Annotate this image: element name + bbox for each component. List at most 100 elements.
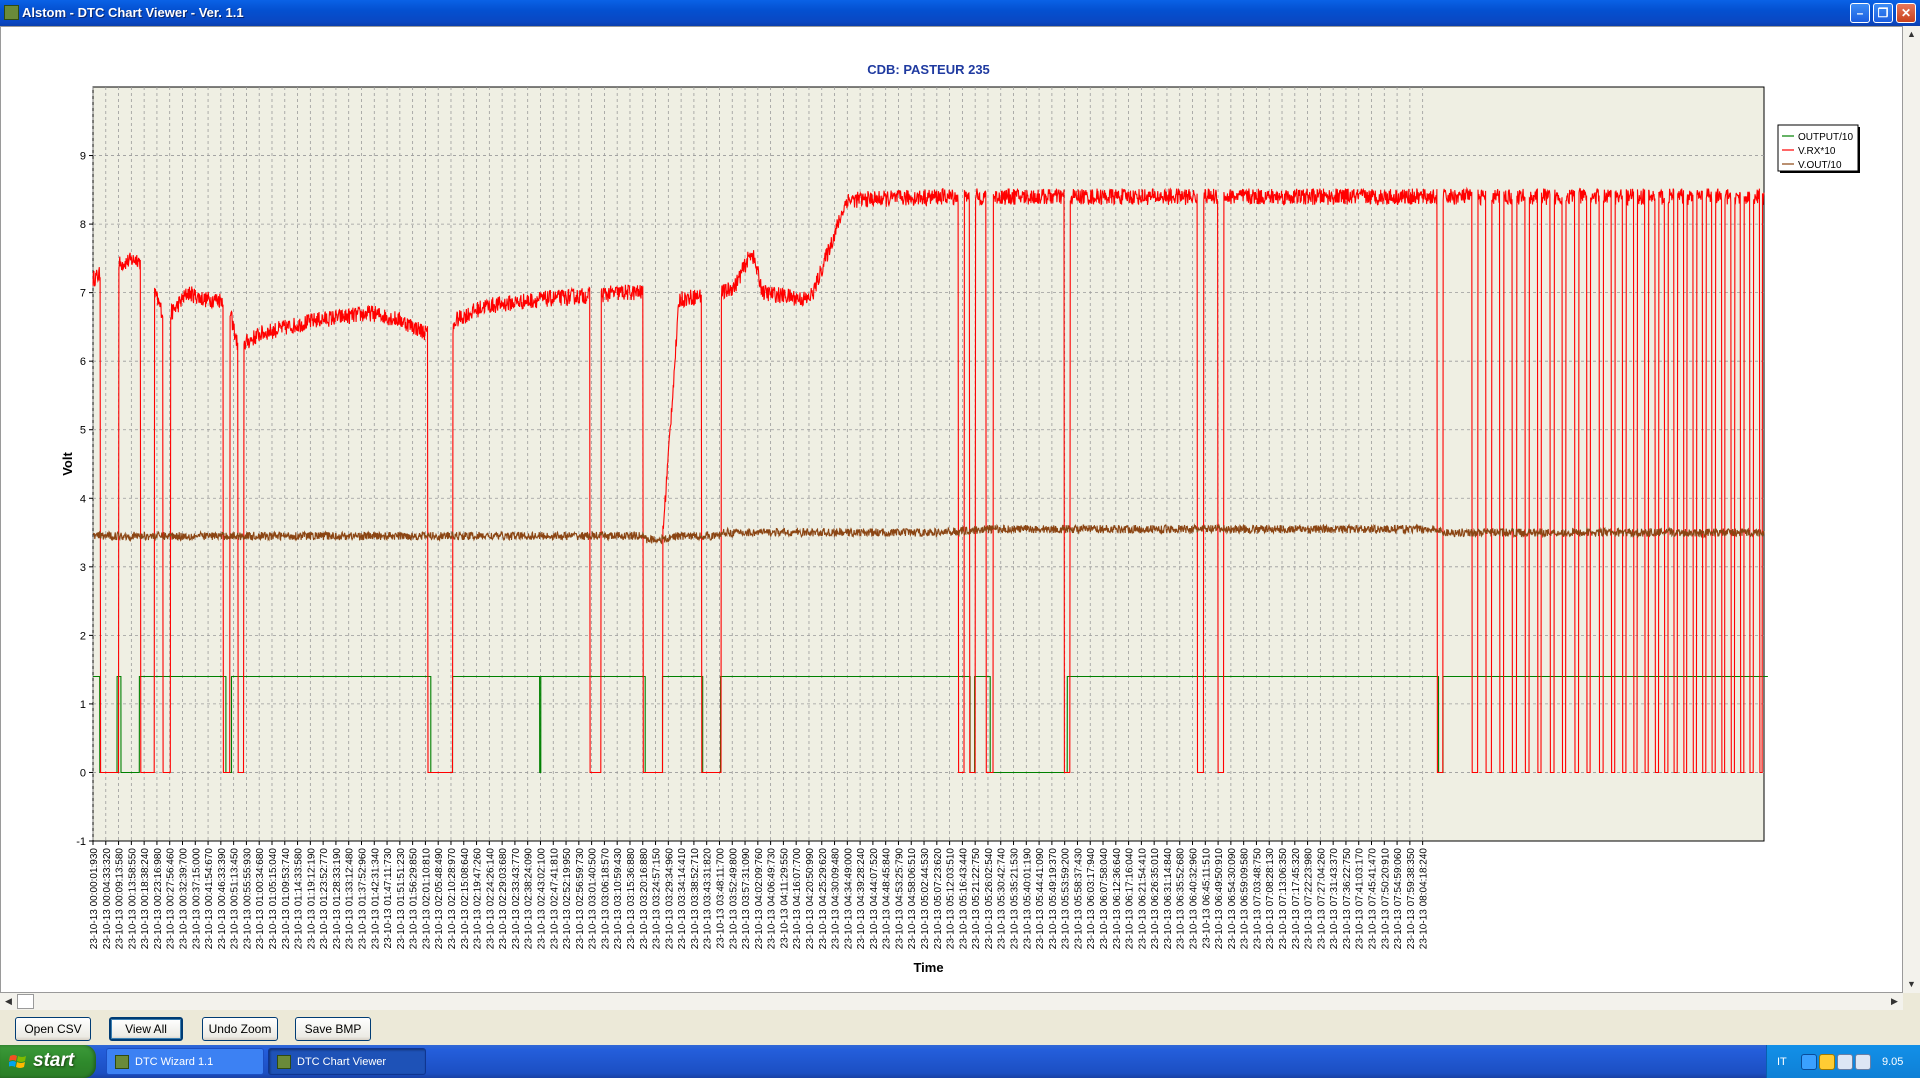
x-tick-label: 23-10-13 06:35:52:680 xyxy=(1176,848,1187,950)
x-tick-label: 23-10-13 04:06:49:730 xyxy=(767,848,778,950)
x-tick-label: 23-10-13 02:24:26:140 xyxy=(485,848,496,950)
x-tick-label: 23-10-13 02:19:47:260 xyxy=(473,848,484,950)
wizard-app-icon xyxy=(115,1055,129,1069)
scroll-right-icon[interactable]: ▶ xyxy=(1887,994,1902,1009)
x-tick-label: 23-10-13 00:32:39:700 xyxy=(178,848,189,950)
open-csv-button[interactable]: Open CSV xyxy=(15,1017,91,1041)
x-tick-label: 23-10-13 01:14:33:580 xyxy=(294,848,305,950)
undo-zoom-button[interactable]: Undo Zoom xyxy=(202,1017,278,1041)
x-tick-label: 23-10-13 07:08:28:130 xyxy=(1265,848,1276,950)
taskbar: start DTC Wizard 1.1 DTC Chart Viewer IT… xyxy=(0,1045,1920,1078)
system-tray: IT 9.05 xyxy=(1766,1045,1920,1078)
scroll-up-icon[interactable]: ▲ xyxy=(1904,27,1919,42)
x-tick-label: 23-10-13 05:49:19:370 xyxy=(1048,848,1059,950)
close-button[interactable]: ✕ xyxy=(1896,3,1916,23)
security-shield-icon[interactable] xyxy=(1819,1054,1835,1070)
x-tick-label: 23-10-13 05:16:43:440 xyxy=(958,848,969,950)
button-bar: Open CSV View All Undo Zoom Save BMP xyxy=(0,1011,1920,1045)
chart-viewer-app-icon xyxy=(277,1055,291,1069)
chart-panel[interactable]: -1 0 1 2 3 4 5 6 7 8 9 23-10-13 00:00:01:930 23-10-1… xyxy=(0,26,1903,993)
tray-app-icon[interactable] xyxy=(1855,1054,1871,1070)
x-tick-label: 23-10-13 06:17:16:040 xyxy=(1125,848,1136,950)
chart-title: CDB: PASTEUR 235 xyxy=(867,62,990,77)
y-tick-label: 0 xyxy=(80,767,86,779)
x-tick-label: 23-10-13 03:57:31:090 xyxy=(741,848,752,950)
x-tick-label: 23-10-13 06:54:30:090 xyxy=(1227,848,1238,950)
x-tick-label: 23-10-13 00:46:33:390 xyxy=(217,848,228,950)
x-tick-label: 23-10-13 05:12:03:510 xyxy=(946,848,957,950)
x-tick-label: 23-10-13 01:37:52:960 xyxy=(357,848,368,950)
x-tick-label: 23-10-13 07:13:06:350 xyxy=(1278,848,1289,950)
horizontal-scrollbar[interactable]: ◀ ▶ xyxy=(0,993,1903,1010)
vertical-scrollbar[interactable]: ▲ ▼ xyxy=(1903,26,1920,993)
x-tick-label: 23-10-13 03:15:36:880 xyxy=(626,848,637,950)
y-tick-label: 7 xyxy=(80,288,86,300)
taskbar-item-dtc-wizard[interactable]: DTC Wizard 1.1 xyxy=(106,1048,264,1075)
clock: 9.05 xyxy=(1882,1056,1904,1068)
x-tick-label: 23-10-13 01:56:29:850 xyxy=(409,848,420,950)
x-tick-label: 23-10-13 06:26:35:010 xyxy=(1150,848,1161,950)
legend-entry: V.OUT/10 xyxy=(1798,160,1842,171)
scroll-thumb[interactable] xyxy=(17,994,34,1009)
y-tick-label: 4 xyxy=(80,493,86,505)
x-tick-label: 23-10-13 02:47:41:810 xyxy=(549,848,560,950)
x-tick-label: 23-10-13 03:48:11:700 xyxy=(715,848,726,949)
display-icon[interactable] xyxy=(1837,1054,1853,1070)
x-tick-label: 23-10-13 07:41:03:170 xyxy=(1355,848,1366,950)
x-tick-label: 23-10-13 07:45:41:470 xyxy=(1368,848,1379,950)
x-tick-label: 23-10-13 00:00:01:930 xyxy=(89,848,100,950)
x-tick-label: 23-10-13 01:19:12:190 xyxy=(306,848,317,950)
x-tick-label: 23-10-13 04:58:06:510 xyxy=(907,848,918,950)
x-tick-label: 23-10-13 02:01:10:810 xyxy=(421,848,432,950)
window-titlebar: Alstom - DTC Chart Viewer - Ver. 1.1 – ❐… xyxy=(0,0,1920,26)
scroll-down-icon[interactable]: ▼ xyxy=(1904,977,1919,992)
scroll-left-icon[interactable]: ◀ xyxy=(1,994,16,1009)
x-tick-label: 23-10-13 04:30:09:480 xyxy=(831,848,842,950)
x-tick-label: 23-10-13 06:03:17:940 xyxy=(1086,848,1097,950)
x-tick-label: 23-10-13 06:12:36:640 xyxy=(1112,848,1123,950)
minimize-icon: – xyxy=(1856,6,1864,20)
x-tick-label: 23-10-13 00:13:58:550 xyxy=(127,848,138,950)
legend-entry: OUTPUT/10 xyxy=(1798,132,1853,143)
minimize-button[interactable]: – xyxy=(1850,3,1870,23)
client-area: -1 0 1 2 3 4 5 6 7 8 9 23-10-13 00:00:01:930 23-10-1… xyxy=(0,26,1920,1011)
x-tick-label: 23-10-13 02:56:59:730 xyxy=(575,848,586,950)
app-icon xyxy=(4,5,19,20)
x-tick-label: 23-10-13 02:52:19:950 xyxy=(562,848,573,950)
view-all-button[interactable]: View All xyxy=(109,1017,183,1041)
x-tick-label: 23-10-13 06:45:11:510 xyxy=(1201,848,1212,949)
x-tick-label: 23-10-13 00:41:54:670 xyxy=(204,848,215,950)
y-tick-label: 3 xyxy=(80,562,86,574)
y-tick-label: 2 xyxy=(80,630,86,642)
x-tick-label: 23-10-13 06:59:09:580 xyxy=(1240,848,1251,950)
x-tick-label: 23-10-13 06:07:58:040 xyxy=(1099,848,1110,950)
x-tick-label: 23-10-13 06:40:32:960 xyxy=(1189,848,1200,950)
x-tick-label: 23-10-13 07:50:20:910 xyxy=(1380,848,1391,950)
x-tick-label: 23-10-13 04:02:09:760 xyxy=(754,848,765,950)
x-tick-label: 23-10-13 00:09:13:580 xyxy=(115,848,126,950)
x-tick-label: 23-10-13 03:06:18:570 xyxy=(600,848,611,950)
x-tick-label: 23-10-13 02:43:02:100 xyxy=(536,848,547,950)
x-tick-label: 23-10-13 04:16:07:700 xyxy=(792,848,803,950)
start-button[interactable]: start xyxy=(0,1045,96,1078)
taskbar-item-label: DTC Wizard 1.1 xyxy=(135,1056,214,1068)
x-tick-label: 23-10-13 05:21:22:750 xyxy=(971,848,982,950)
start-label: start xyxy=(33,1050,75,1071)
x-tick-label: 23-10-13 05:44:41:090 xyxy=(1035,848,1046,950)
y-axis-label: Volt xyxy=(60,452,75,476)
x-tick-label: 23-10-13 03:01:40:500 xyxy=(588,848,599,950)
network-icon[interactable] xyxy=(1801,1054,1817,1070)
x-tick-label: 23-10-13 00:37:15:000 xyxy=(191,848,202,950)
x-tick-label: 23-10-13 05:07:23:620 xyxy=(933,848,944,950)
chart-svg[interactable]: -1012345678923-10-13 00:00:01:930 23-10-1… xyxy=(1,27,1902,992)
taskbar-item-label: DTC Chart Viewer xyxy=(297,1056,387,1068)
taskbar-item-dtc-chart-viewer[interactable]: DTC Chart Viewer xyxy=(268,1048,426,1075)
x-tick-label: 23-10-13 02:05:48:490 xyxy=(434,848,445,950)
language-indicator[interactable]: IT xyxy=(1777,1056,1787,1068)
maximize-button[interactable]: ❐ xyxy=(1873,3,1893,23)
x-tick-label: 23-10-13 00:18:38:240 xyxy=(140,848,151,950)
legend: OUTPUT/10 V.RX*10 V.OUT/10 xyxy=(1777,124,1860,173)
x-tick-label: 23-10-13 03:34:14:410 xyxy=(677,848,688,950)
save-bmp-button[interactable]: Save BMP xyxy=(295,1017,371,1041)
x-tick-label: 23-10-13 04:20:50:990 xyxy=(805,848,816,950)
